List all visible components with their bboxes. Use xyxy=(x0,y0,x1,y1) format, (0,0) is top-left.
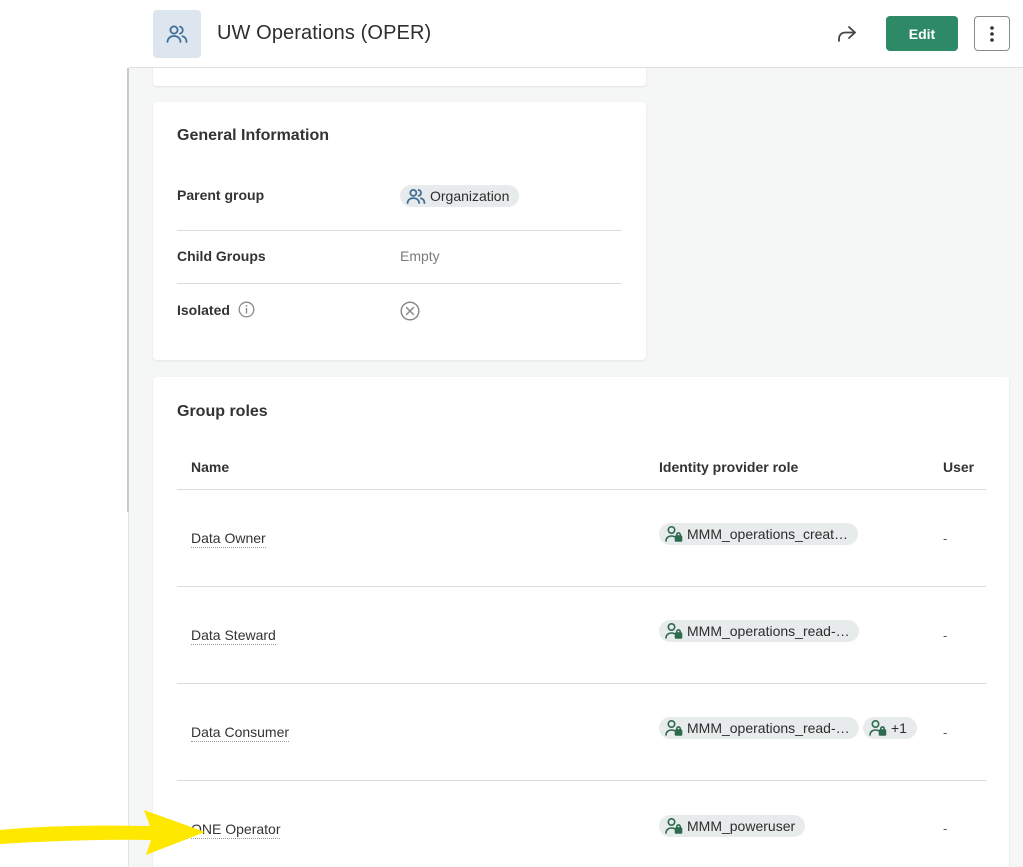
idp-role-name: MMM_operations_creat… xyxy=(687,526,849,542)
column-header-idp-role[interactable]: Identity provider role xyxy=(659,459,798,475)
annotation-arrow-icon xyxy=(0,810,205,855)
user-lock-icon xyxy=(869,719,887,737)
more-roles-chip[interactable]: +1 xyxy=(863,717,917,739)
idp-role-name: MMM_poweruser xyxy=(687,818,796,834)
parent-group-label: Parent group xyxy=(177,187,265,203)
page-header: UW Operations (OPER) Edit xyxy=(129,0,1023,68)
user-lock-icon xyxy=(665,525,683,543)
group-icon xyxy=(153,10,201,58)
column-header-name[interactable]: Name xyxy=(191,459,229,475)
row-divider xyxy=(177,780,986,781)
more-options-icon[interactable] xyxy=(974,16,1010,51)
row-divider xyxy=(177,283,622,284)
role-user: - xyxy=(943,821,948,836)
more-roles-count: +1 xyxy=(891,720,907,736)
column-header-user[interactable]: User xyxy=(943,459,974,475)
row-divider xyxy=(177,586,986,587)
role-user: - xyxy=(943,531,948,546)
idp-role-chip[interactable]: MMM_operations_read-… xyxy=(659,717,859,739)
main-content: UW Operations (OPER) Edit General Inform… xyxy=(129,0,1023,867)
user-lock-icon xyxy=(665,719,683,737)
info-icon[interactable] xyxy=(238,301,255,318)
edit-button[interactable]: Edit xyxy=(886,16,958,51)
role-name-link[interactable]: Data Owner xyxy=(191,530,266,548)
idp-role-name: MMM_operations_read-… xyxy=(687,720,850,736)
user-lock-icon xyxy=(665,622,683,640)
idp-role-chip[interactable]: MMM_operations_read-… xyxy=(659,620,859,642)
role-name-link[interactable]: Data Consumer xyxy=(191,724,290,742)
user-lock-icon xyxy=(665,817,683,835)
role-user: - xyxy=(943,628,948,643)
group-roles-card: Group roles Name Identity provider role … xyxy=(153,377,1009,867)
parent-group-value: Organization xyxy=(430,188,510,204)
role-user: - xyxy=(943,725,948,740)
idp-role-chip[interactable]: MMM_operations_creat… xyxy=(659,523,859,545)
isolated-label: Isolated xyxy=(177,301,230,318)
card-title-roles: Group roles xyxy=(177,403,268,420)
page-title: UW Operations (OPER) xyxy=(217,22,432,44)
child-groups-value: Empty xyxy=(400,248,440,264)
share-icon[interactable] xyxy=(833,20,861,48)
header-divider xyxy=(177,489,986,490)
card-title-general: General Information xyxy=(177,127,330,144)
role-name-link[interactable]: Data Steward xyxy=(191,627,276,645)
general-information-card: General Information Parent group Organiz… xyxy=(153,102,646,360)
isolated-false-icon xyxy=(400,301,420,324)
child-groups-label: Child Groups xyxy=(177,248,266,264)
idp-role-name: MMM_operations_read-… xyxy=(687,623,850,639)
left-panel xyxy=(0,0,128,867)
row-divider xyxy=(177,230,622,231)
parent-group-chip[interactable]: Organization xyxy=(400,185,520,207)
group-icon xyxy=(406,188,426,204)
idp-role-chip[interactable]: MMM_poweruser xyxy=(659,815,806,837)
row-divider xyxy=(177,683,986,684)
